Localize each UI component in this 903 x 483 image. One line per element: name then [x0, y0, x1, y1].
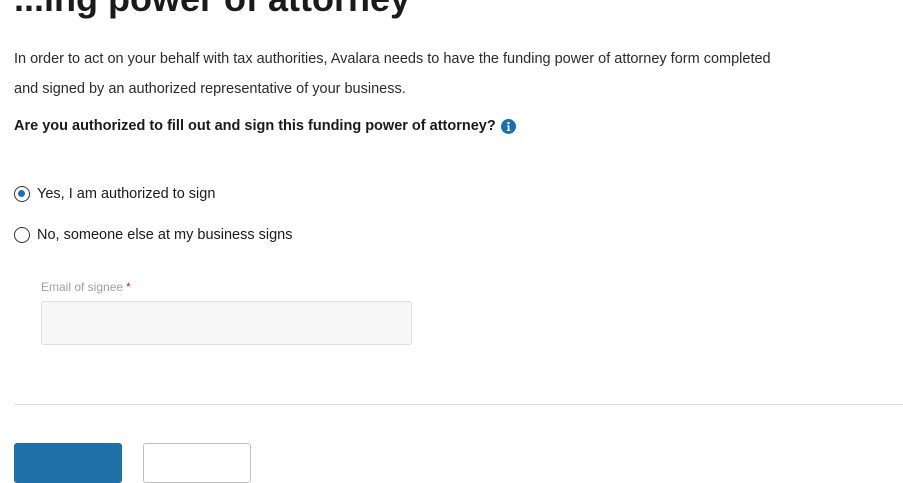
authorization-question: Are you authorized to fill out and sign …: [14, 118, 516, 134]
radio-button-yes[interactable]: [14, 186, 30, 202]
radio-option-no[interactable]: No, someone else at my business signs: [14, 227, 293, 243]
intro-text: In order to act on your behalf with tax …: [14, 51, 771, 97]
authorization-question-label: Are you authorized to fill out and sign …: [14, 118, 496, 134]
required-marker: *: [126, 280, 131, 294]
primary-button[interactable]: [14, 443, 122, 483]
email-label-text: Email of signee: [41, 280, 124, 294]
info-circle-icon[interactable]: [500, 118, 516, 134]
page-title: ...ing power of attorney: [14, 0, 410, 20]
email-of-signee-field[interactable]: [41, 301, 412, 345]
radio-label-yes: Yes, I am authorized to sign: [37, 186, 216, 202]
secondary-button[interactable]: [143, 443, 251, 483]
radio-button-no[interactable]: [14, 227, 30, 243]
divider: [14, 404, 903, 405]
radio-option-yes[interactable]: Yes, I am authorized to sign: [14, 186, 215, 202]
radio-label-no: No, someone else at my business signs: [37, 227, 293, 243]
email-field-label: Email of signee *: [41, 280, 131, 294]
